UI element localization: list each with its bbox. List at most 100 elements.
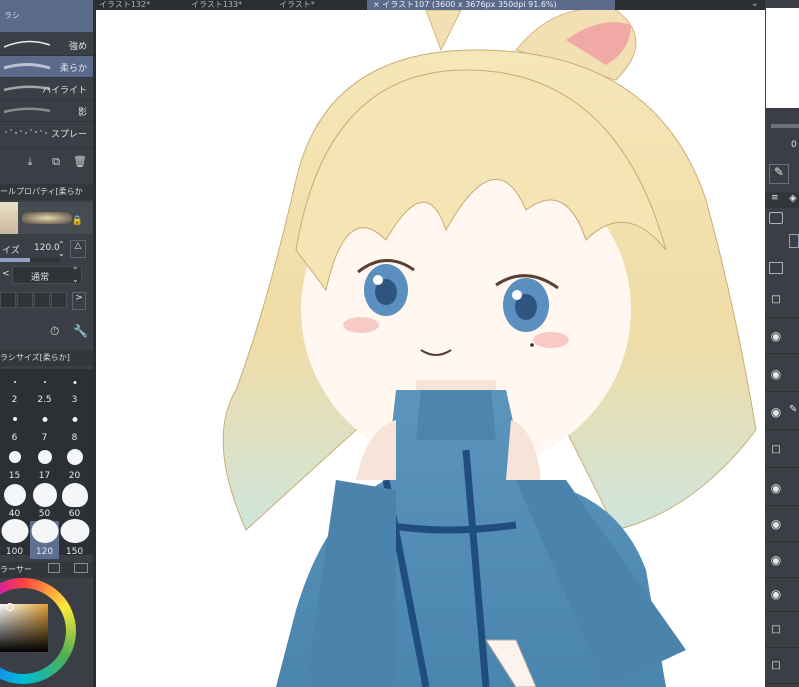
tab-label: イラスト132* — [99, 0, 151, 9]
illustration — [222, 10, 757, 687]
tab-illust-107[interactable]: × イラスト107 (3600 x 3676px 350dpi 91.6%) — [367, 0, 615, 10]
size-20[interactable]: 20 — [60, 445, 89, 483]
eyedropper-icon[interactable]: ✎ — [769, 164, 789, 184]
chevron-down-icon[interactable]: ⌄ — [751, 0, 759, 9]
color-header: ラーサー — [0, 562, 93, 578]
chevron-right-icon[interactable]: > — [72, 292, 86, 310]
brush-item-soft[interactable]: 柔らか — [0, 56, 93, 78]
tab-illust[interactable]: イラスト* — [273, 0, 365, 10]
color-square[interactable] — [0, 604, 48, 652]
layer-row[interactable]: □ — [765, 282, 799, 318]
size-60[interactable]: 60 — [60, 483, 89, 521]
size-100[interactable]: 100 — [0, 519, 29, 559]
opacity-label: 0 — [791, 140, 797, 150]
blend-mode-value: 通常 — [31, 273, 50, 283]
lock-icon[interactable]: 🔒 — [72, 216, 83, 226]
palette-tab-icon[interactable] — [74, 563, 88, 573]
eye-icon[interactable]: ◉ — [765, 542, 787, 578]
brush-stroke-preview — [5, 129, 47, 134]
color-panel-title: ラーサー — [0, 565, 32, 574]
size-6[interactable]: 6 — [0, 407, 29, 445]
clip-studio-window: イラスト132* イラスト133* イラスト* × イラスト107 (3600 … — [0, 0, 799, 687]
layer-row[interactable]: ◉ ✎ — [765, 394, 799, 430]
layer-row[interactable]: ◉ — [765, 470, 799, 506]
chevron-left-icon: < — [2, 269, 10, 279]
visibility-toggle[interactable]: □ — [765, 612, 787, 648]
brush-label: 柔らか — [59, 64, 87, 74]
brush-stroke-sample — [22, 212, 72, 224]
tab-illust-133[interactable]: イラスト133* — [185, 0, 273, 10]
eye-icon[interactable]: ◉ — [765, 506, 787, 542]
layer-row[interactable]: ◉ — [765, 356, 799, 392]
wrench-icon[interactable]: 🔧 — [73, 324, 88, 338]
texture-slot[interactable] — [17, 292, 33, 308]
size-3[interactable]: 3 — [60, 369, 89, 407]
size-40[interactable]: 40 — [0, 483, 29, 521]
new-layer-icon[interactable] — [769, 262, 783, 274]
eye-icon[interactable]: ◉ — [765, 394, 787, 430]
size-slider[interactable] — [0, 258, 60, 262]
drawing-canvas[interactable] — [96, 10, 765, 687]
tab-illust-132[interactable]: イラスト132* — [93, 0, 185, 10]
download-icon[interactable]: ⤓ — [22, 155, 38, 171]
size-8[interactable]: 8 — [60, 407, 89, 445]
brush-stroke-preview — [3, 40, 51, 48]
brush-item-shadow[interactable]: 影 — [0, 100, 93, 122]
eye-icon[interactable]: ◉ — [765, 576, 787, 612]
duplicate-icon[interactable]: ⧉ — [48, 155, 64, 171]
brush-size-row: イズ 120.0 ⌃ ⌄ △ — [0, 240, 93, 258]
brush-group-header[interactable]: ラシ — [0, 0, 93, 32]
brush-actions: ⤓ ⧉ 🗑 — [0, 153, 93, 175]
brush-item-highlight[interactable]: ハイライト — [0, 78, 93, 100]
brush-item-strong[interactable]: 強め — [0, 34, 93, 56]
tool-property-header: ールプロパティ[柔らか — [0, 184, 93, 200]
visibility-toggle[interactable]: □ — [765, 432, 787, 468]
texture-slot[interactable] — [51, 292, 67, 308]
size-150[interactable]: 150 — [60, 519, 89, 559]
texture-slot[interactable] — [34, 292, 50, 308]
brush-size-header: ラシサイズ[柔らか] — [0, 350, 93, 366]
settings-icon[interactable]: ⏱ — [50, 324, 59, 339]
size-120[interactable]: 120 — [30, 519, 59, 559]
visibility-toggle[interactable]: □ — [765, 282, 787, 318]
zoom-slider[interactable] — [771, 124, 799, 128]
eye-icon[interactable]: ◉ — [765, 470, 787, 506]
pen-icon: ✎ — [789, 404, 798, 415]
brush-label: 強め — [68, 42, 87, 52]
brush-size-value[interactable]: 120.0 — [34, 243, 60, 253]
size-50[interactable]: 50 — [30, 483, 59, 521]
layer-row[interactable]: ◉ — [765, 542, 799, 578]
size-17[interactable]: 17 — [30, 445, 59, 483]
menu-icon[interactable]: ≡ — [771, 193, 779, 203]
brush-size-label: イズ — [2, 246, 20, 256]
layer-row[interactable]: □ — [765, 612, 799, 648]
size-15[interactable]: 15 — [0, 445, 29, 483]
layer-thumb[interactable] — [789, 234, 799, 248]
pressure-graph-icon[interactable]: △ — [70, 240, 86, 258]
eye-icon[interactable]: ◉ — [765, 356, 787, 392]
layer-mode-icon[interactable] — [769, 212, 783, 224]
trash-icon[interactable]: 🗑 — [72, 155, 88, 171]
size-2-5[interactable]: 2.5 — [30, 369, 59, 407]
palette-tab-icon[interactable] — [48, 563, 60, 573]
eye-icon[interactable]: ◉ — [765, 318, 787, 354]
right-panel: 0 ✎ ≡ ◈ □ ◉ ◉ ◉ ✎ □ ◉ ◉ ◉ ◉ □ □ — [765, 0, 799, 687]
layer-row[interactable]: □ — [765, 648, 799, 684]
layers-icon[interactable]: ◈ — [789, 193, 797, 204]
brush-item-spray[interactable]: スプレー — [0, 122, 93, 148]
size-7[interactable]: 7 — [30, 407, 59, 445]
color-wheel[interactable] — [0, 578, 76, 684]
size-stepper-icon[interactable]: ⌃ ⌄ — [58, 240, 65, 258]
layer-row[interactable]: □ — [765, 432, 799, 468]
layer-row[interactable]: ◉ — [765, 576, 799, 612]
navigator-preview — [766, 8, 799, 108]
texture-slot[interactable] — [0, 292, 16, 308]
tab-label: イラスト* — [279, 0, 315, 9]
color-picker-handle[interactable] — [6, 603, 14, 611]
size-2[interactable]: 2 — [0, 369, 29, 407]
blend-stepper-icon[interactable]: ⌃ ⌄ — [72, 266, 79, 284]
brush-label: ハイライト — [42, 86, 87, 96]
layer-row[interactable]: ◉ — [765, 506, 799, 542]
visibility-toggle[interactable]: □ — [765, 648, 787, 684]
layer-row[interactable]: ◉ — [765, 318, 799, 354]
